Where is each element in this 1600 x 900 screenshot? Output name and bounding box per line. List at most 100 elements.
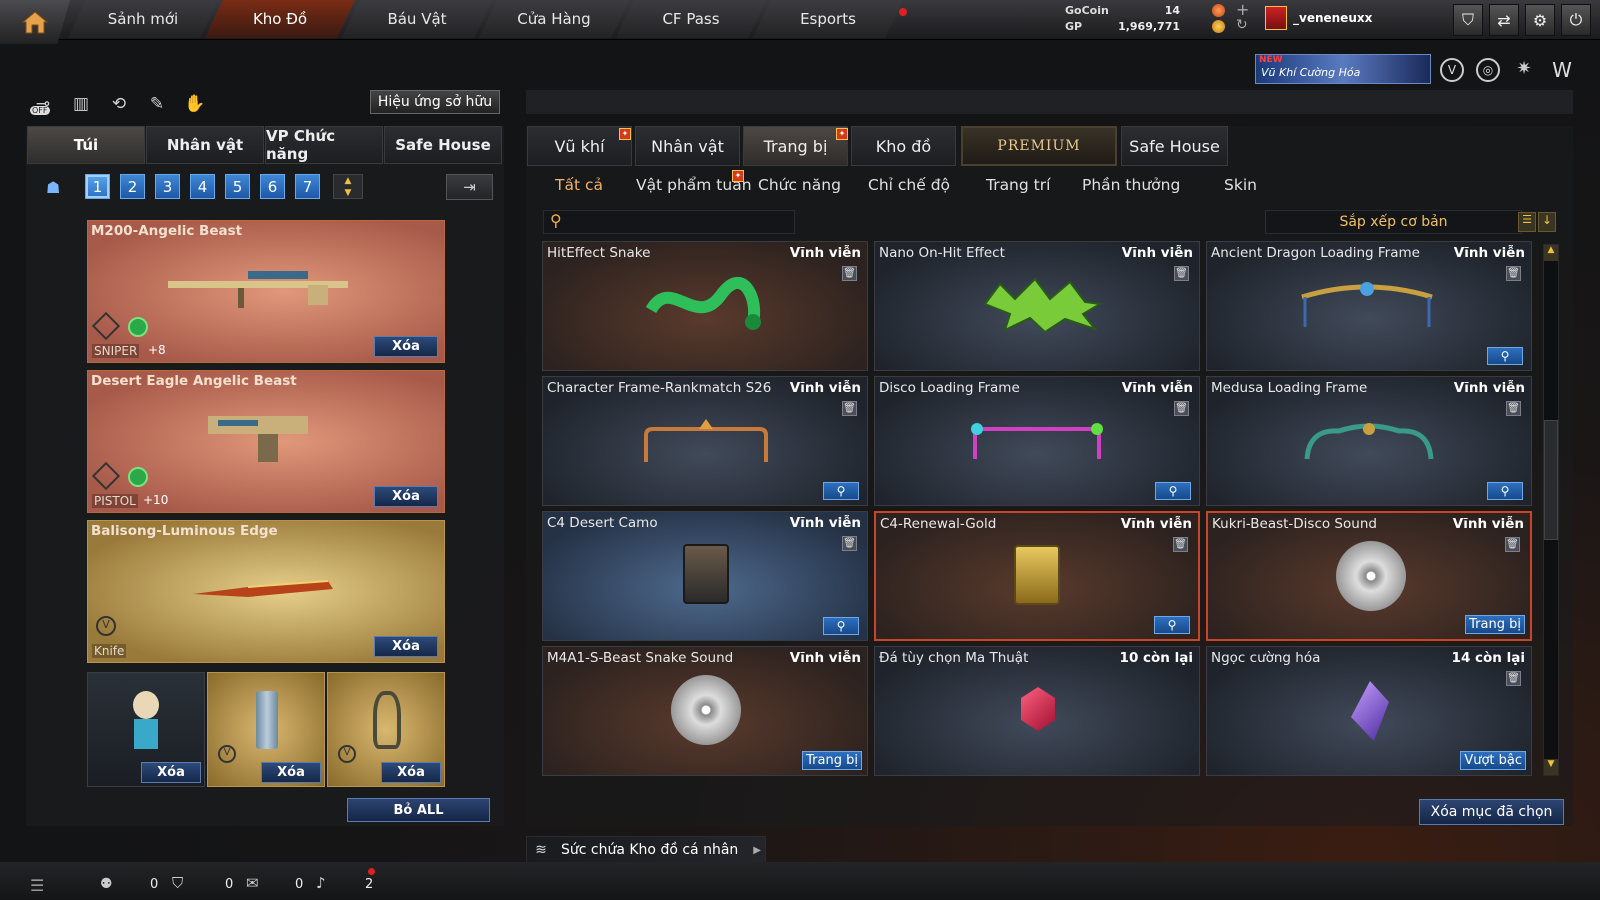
- equip-button[interactable]: Trang bị: [802, 751, 862, 770]
- tab-vp-function[interactable]: VP Chức năng: [265, 126, 383, 164]
- melee-slot[interactable]: V Xóa: [327, 672, 445, 787]
- trash-icon[interactable]: 🗑: [1174, 401, 1189, 416]
- speaker-icon[interactable]: ♪: [316, 874, 326, 892]
- weapon-card-desert-eagle[interactable]: Desert Eagle Angelic Beast PISTOL +10 Xó…: [87, 370, 445, 513]
- tab-storage[interactable]: Kho đồ: [851, 126, 956, 166]
- shield-icon[interactable]: ⛉: [1453, 4, 1483, 36]
- tab-equipment[interactable]: Trang bị: [743, 126, 848, 166]
- page-button-7[interactable]: 7: [295, 174, 320, 199]
- history-icon[interactable]: ⟲: [106, 92, 132, 116]
- nav-tab-cf-pass[interactable]: CF Pass: [616, 0, 766, 38]
- tab-bag[interactable]: Túi: [27, 126, 145, 164]
- item-card[interactable]: Medusa Loading Frame Vĩnh viễn 🗑 ⚲: [1206, 376, 1532, 506]
- globe-icon[interactable]: ◎: [1476, 58, 1500, 82]
- delete-button[interactable]: Xóa: [141, 762, 201, 783]
- tab-safe-house-right[interactable]: Safe House: [1121, 126, 1228, 166]
- gear-badge-icon[interactable]: ✷: [1512, 58, 1536, 82]
- subtab-decoration[interactable]: Trang trí: [986, 172, 1050, 198]
- power-icon[interactable]: ⏻: [1561, 4, 1591, 36]
- preview-button[interactable]: ⚲: [1487, 482, 1523, 500]
- menu-list-icon[interactable]: ☰: [30, 876, 44, 895]
- delete-button[interactable]: Xóa: [374, 336, 438, 357]
- page-button-3[interactable]: 3: [155, 174, 180, 199]
- page-button-1[interactable]: 1: [85, 174, 110, 199]
- page-button-5[interactable]: 5: [225, 174, 250, 199]
- preview-button[interactable]: ⚲: [823, 482, 859, 500]
- transfer-icon[interactable]: ⇄: [1489, 4, 1519, 36]
- w-logo-icon[interactable]: W: [1548, 58, 1576, 82]
- preview-button[interactable]: ⚲: [1154, 616, 1190, 634]
- trash-icon[interactable]: 🗑: [842, 536, 857, 551]
- trash-icon[interactable]: 🗑: [842, 401, 857, 416]
- list-view-icon[interactable]: ☰: [1518, 212, 1536, 232]
- equip-button[interactable]: Trang bị: [1465, 615, 1525, 634]
- item-card[interactable]: Disco Loading Frame Vĩnh viễn 🗑 ⚲: [874, 376, 1200, 506]
- subtab-mode-only[interactable]: Chỉ chế độ: [868, 172, 950, 198]
- grenade-slot[interactable]: V Xóa: [207, 672, 325, 787]
- tab-characters[interactable]: Nhân vật: [635, 126, 740, 166]
- page-button-2[interactable]: 2: [120, 174, 145, 199]
- promo-banner[interactable]: NEW Vũ Khí Cường Hóa: [1255, 54, 1431, 84]
- preview-button[interactable]: ⚲: [1155, 482, 1191, 500]
- weapon-card-m200[interactable]: M200-Angelic Beast SNIPER +8 Xóa: [87, 220, 445, 363]
- sort-direction-icon[interactable]: ↓: [1538, 212, 1556, 232]
- sort-dropdown[interactable]: Sắp xếp cơ bản: [1265, 210, 1522, 234]
- item-card[interactable]: HitEffect Snake Vĩnh viễn 🗑: [542, 241, 868, 371]
- capacity-bar[interactable]: ≋ Sức chứa Kho đồ cá nhân ▶: [526, 836, 766, 864]
- item-card-selected[interactable]: Kukri-Beast-Disco Sound Vĩnh viễn 🗑 Tran…: [1206, 511, 1532, 641]
- trash-icon[interactable]: 🗑: [1506, 266, 1521, 281]
- trash-icon[interactable]: 🗑: [1506, 401, 1521, 416]
- subtab-rewards[interactable]: Phần thưởng: [1082, 172, 1180, 198]
- item-card[interactable]: Nano On-Hit Effect Vĩnh viễn 🗑: [874, 241, 1200, 371]
- search-input[interactable]: [572, 213, 787, 231]
- gift-box-icon[interactable]: ▥: [68, 92, 94, 116]
- item-card-selected[interactable]: C4-Renewal-Gold Vĩnh viễn 🗑 ⚲: [874, 511, 1200, 641]
- character-slot[interactable]: Xóa: [87, 672, 205, 787]
- delete-selected-button[interactable]: Xóa mục đã chọn: [1419, 799, 1564, 825]
- friends-icon[interactable]: ⚉: [100, 876, 113, 892]
- page-button-6[interactable]: 6: [260, 174, 285, 199]
- item-card[interactable]: M4A1-S-Beast Snake Sound Vĩnh viễn Trang…: [542, 646, 868, 776]
- hand-icon[interactable]: ✋: [182, 92, 208, 116]
- trash-icon[interactable]: 🗑: [1506, 671, 1521, 686]
- search-box[interactable]: ⚲: [543, 210, 795, 234]
- tab-safe-house[interactable]: Safe House: [384, 126, 502, 164]
- scroll-up-icon[interactable]: ▲: [1544, 245, 1558, 261]
- scroll-down-icon[interactable]: ▼: [1544, 759, 1558, 775]
- trash-icon[interactable]: 🗑: [1173, 537, 1188, 552]
- owned-effects-button[interactable]: Hiệu ứng sở hữu: [370, 90, 500, 114]
- character-edit-icon[interactable]: ✎: [144, 92, 170, 116]
- tab-premium[interactable]: PREMIUM: [961, 126, 1117, 166]
- preview-button[interactable]: ⚲: [1487, 347, 1523, 365]
- settings-gear-icon[interactable]: ⚙: [1525, 4, 1555, 36]
- page-stepper[interactable]: ▲ ▼: [333, 174, 363, 199]
- page-button-4[interactable]: 4: [190, 174, 215, 199]
- subtab-function[interactable]: Chức năng: [758, 172, 841, 198]
- trash-icon[interactable]: 🗑: [1174, 266, 1189, 281]
- item-card[interactable]: C4 Desert Camo Vĩnh viễn 🗑 ⚲: [542, 511, 868, 641]
- item-card[interactable]: Ancient Dragon Loading Frame Vĩnh viễn 🗑…: [1206, 241, 1532, 371]
- weapon-card-balisong[interactable]: Balisong-Luminous Edge V Knife Xóa: [87, 520, 445, 663]
- subtab-all[interactable]: Tất cả: [555, 172, 603, 198]
- subtab-skin[interactable]: Skin: [1224, 172, 1257, 198]
- trash-icon[interactable]: 🗑: [1505, 537, 1520, 552]
- nav-tab-lobby[interactable]: Sảnh mới: [68, 0, 218, 38]
- trash-icon[interactable]: 🗑: [842, 266, 857, 281]
- breakthrough-button[interactable]: Vượt bậc: [1460, 751, 1526, 770]
- remove-all-button[interactable]: Bỏ ALL: [347, 798, 490, 822]
- refresh-icon[interactable]: ↻: [1236, 17, 1248, 33]
- delete-button[interactable]: Xóa: [374, 636, 438, 657]
- clan-shield-icon[interactable]: ⛉: [172, 874, 183, 892]
- nav-tab-esports[interactable]: Esports: [753, 0, 903, 38]
- item-card[interactable]: Character Frame-Rankmatch S26 Vĩnh viễn …: [542, 376, 868, 506]
- nav-tab-treasure[interactable]: Báu Vật: [342, 0, 492, 38]
- scrollbar-thumb[interactable]: [1544, 420, 1558, 540]
- vip-badge-icon[interactable]: V: [1440, 58, 1464, 82]
- chat-icon[interactable]: ✉: [246, 874, 259, 892]
- delete-button[interactable]: Xóa: [374, 486, 438, 507]
- nav-tab-inventory[interactable]: Kho Đồ: [205, 0, 355, 38]
- tab-weapons[interactable]: Vũ khí: [527, 126, 632, 166]
- delete-button[interactable]: Xóa: [381, 762, 441, 783]
- tab-character[interactable]: Nhân vật: [146, 126, 264, 164]
- item-card[interactable]: Ngọc cường hóa 14 còn lại 🗑 Vượt bậc: [1206, 646, 1532, 776]
